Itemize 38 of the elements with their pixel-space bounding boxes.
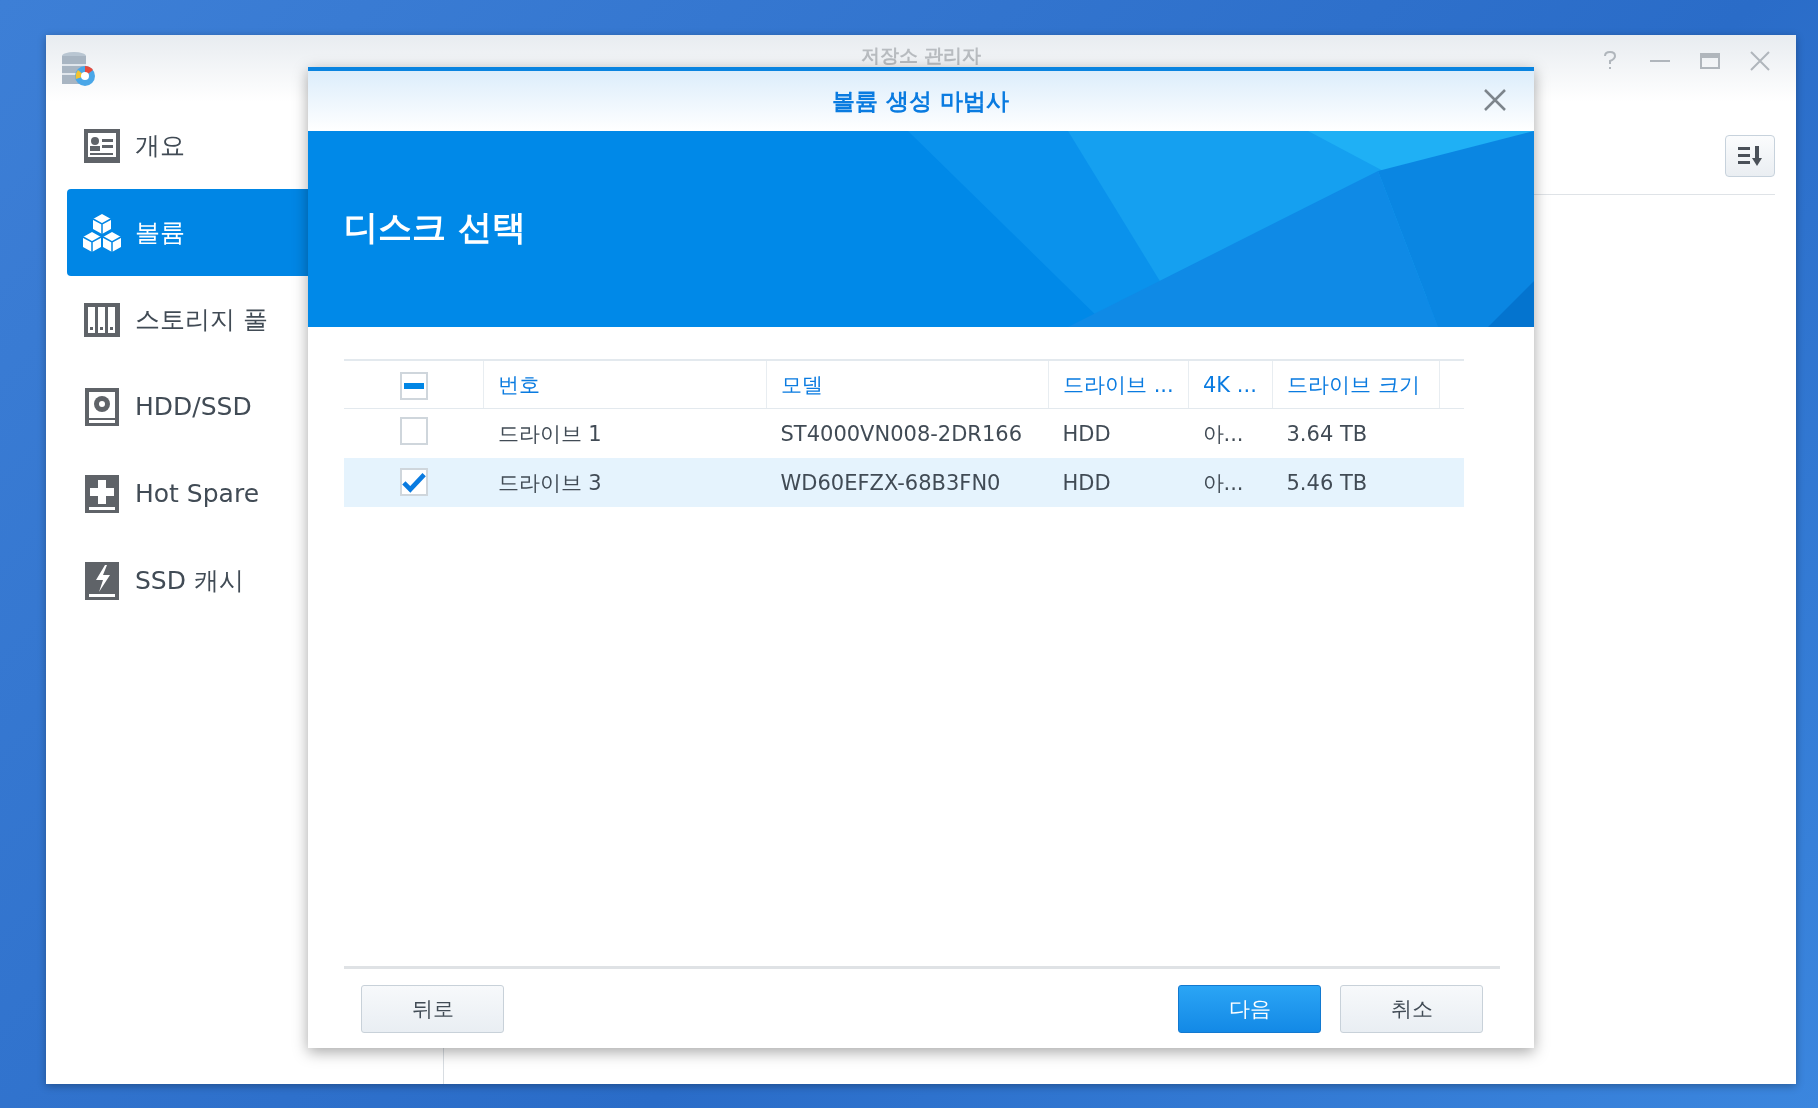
sidebar-item[interactable]: 볼륨 bbox=[67, 189, 308, 276]
storage-bays-icon bbox=[83, 301, 121, 338]
checkbox[interactable] bbox=[399, 467, 428, 496]
checkbox[interactable] bbox=[399, 371, 428, 400]
dialog-button[interactable]: 뒤로 bbox=[361, 984, 504, 1033]
id-card-icon bbox=[83, 127, 121, 164]
maximize-icon[interactable] bbox=[1700, 51, 1720, 71]
checkmark-icon bbox=[401, 470, 426, 493]
table-cell: HDD bbox=[1062, 470, 1111, 495]
sort-icon bbox=[1737, 145, 1763, 167]
dialog-title: 볼륨 생성 마법사 bbox=[832, 86, 1010, 116]
table-cell: ST4000VN008-2DR166 bbox=[780, 421, 1023, 446]
lightning-drive-icon bbox=[84, 560, 120, 601]
step-heading: 디스크 선택 bbox=[344, 206, 526, 249]
table-cell: HDD bbox=[1062, 421, 1111, 446]
minus-icon bbox=[403, 382, 424, 389]
table-cell: 드라이브 3 bbox=[497, 470, 602, 495]
table-cell: 5.46 TB bbox=[1286, 470, 1368, 495]
close-icon[interactable] bbox=[1484, 89, 1506, 111]
sidebar-item[interactable]: 스토리지 풀 bbox=[67, 276, 308, 363]
plus-drive-icon bbox=[84, 473, 120, 514]
column-header[interactable]: 모델 bbox=[781, 372, 823, 397]
sidebar-item[interactable]: Hot Spare bbox=[67, 450, 308, 537]
table-cell: 아... bbox=[1202, 470, 1244, 495]
sidebar-item[interactable]: 개요 bbox=[67, 102, 308, 189]
column-header[interactable]: 번호 bbox=[498, 372, 540, 397]
table-cell: WD60EFZX-68B3FN0 bbox=[780, 470, 1001, 495]
sort-button[interactable] bbox=[1725, 135, 1775, 177]
table-cell: 3.64 TB bbox=[1286, 421, 1368, 446]
sidebar-item[interactable]: SSD 캐시 bbox=[67, 537, 308, 624]
table-cell: 아... bbox=[1202, 421, 1244, 446]
dialog-button[interactable]: 취소 bbox=[1340, 984, 1483, 1033]
sidebar-item[interactable]: HDD/SSD bbox=[67, 363, 308, 450]
close-icon[interactable] bbox=[1750, 51, 1770, 71]
window-title: 저장소 관리자 bbox=[860, 44, 982, 66]
checkbox[interactable] bbox=[399, 417, 428, 445]
cubes-icon bbox=[81, 212, 123, 253]
table-cell: 드라이브 1 bbox=[497, 421, 602, 446]
